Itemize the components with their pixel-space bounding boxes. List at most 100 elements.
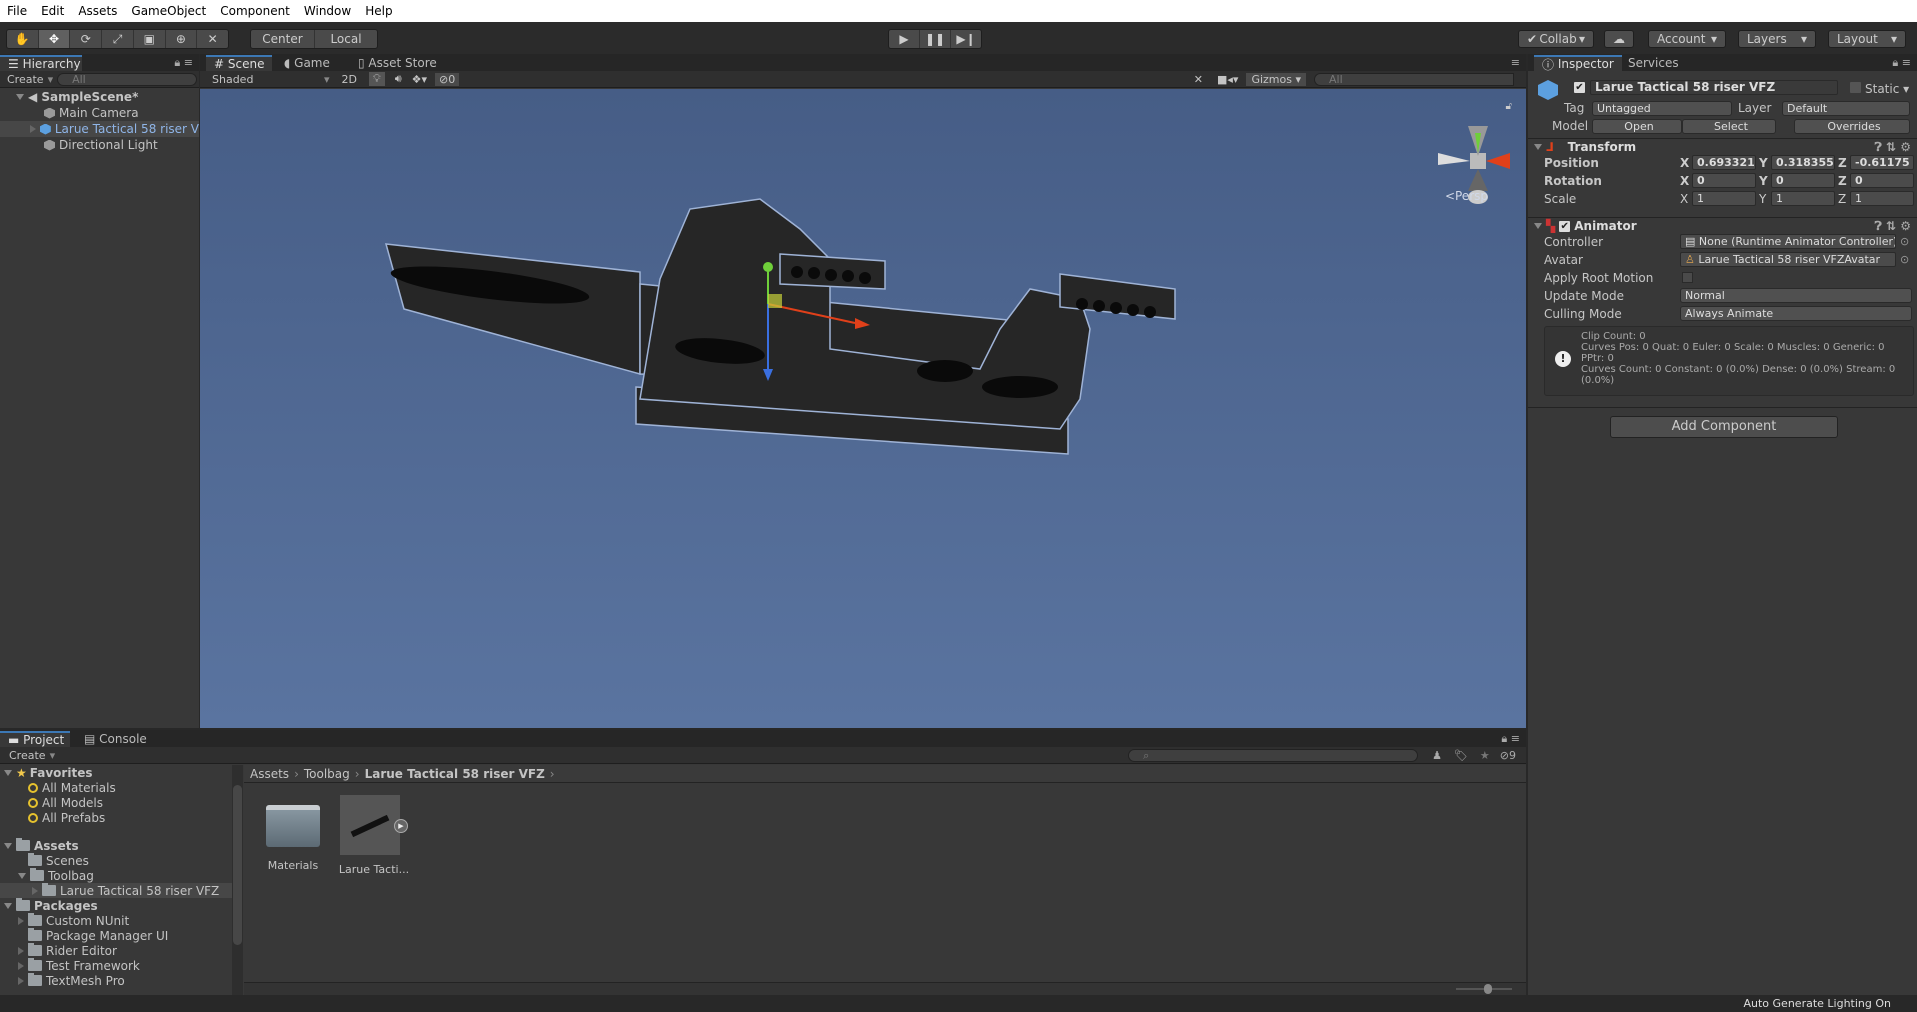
expand-icon[interactable] — [32, 886, 38, 895]
project-search-input[interactable]: ⌕ — [1128, 748, 1419, 762]
object-picker-icon[interactable]: ⊙ — [1900, 253, 1909, 266]
lock-menu-icon[interactable]: 🔒︎ ≡ — [1501, 732, 1520, 746]
favorites-row[interactable]: ★ Favorites — [0, 765, 232, 780]
menu-window[interactable]: Window — [297, 4, 358, 18]
breadcrumb-toolbag[interactable]: Toolbag — [304, 767, 350, 781]
lighting-icon[interactable]: 💡︎ — [369, 72, 385, 86]
breadcrumb-assets[interactable]: Assets — [250, 767, 289, 781]
active-checkbox[interactable]: ✔ — [1574, 82, 1585, 93]
hand-icon[interactable]: ✋ — [7, 30, 39, 48]
scale-icon[interactable]: ⤢ — [102, 30, 134, 48]
menu-file[interactable]: File — [0, 4, 34, 18]
menu-gameobject[interactable]: GameObject — [124, 4, 213, 18]
expand-icon[interactable] — [18, 961, 24, 970]
layout-button[interactable]: Layout ▾ — [1828, 30, 1906, 48]
list-item[interactable]: Larue Tactical 58 riser V — [0, 121, 199, 137]
tab-console[interactable]: ▤ Console — [76, 731, 155, 747]
expand-icon[interactable] — [30, 125, 36, 133]
expand-icon[interactable] — [18, 976, 24, 985]
2d-toggle[interactable]: 2D — [342, 73, 357, 86]
layers-button[interactable]: Layers ▾ — [1738, 30, 1816, 48]
overrides-dropdown[interactable]: Overrides — [1794, 119, 1910, 134]
expand-icon[interactable] — [4, 842, 12, 849]
expand-icon[interactable] — [16, 94, 24, 100]
assets-row[interactable]: Assets — [0, 838, 232, 853]
list-item[interactable]: Toolbag — [0, 868, 232, 883]
position-z[interactable]: -0.61175 — [1850, 155, 1914, 170]
projection-label[interactable]: <Persp — [1445, 189, 1488, 203]
create-button[interactable]: Create — [7, 73, 44, 86]
menu-help[interactable]: Help — [358, 4, 399, 18]
menu-component[interactable]: Component — [213, 4, 297, 18]
tab-game[interactable]: ◖ Game — [276, 55, 338, 71]
space-local-button[interactable]: Local — [315, 30, 377, 48]
list-item[interactable]: Package Manager UI — [0, 928, 232, 943]
tab-project[interactable]: ▬ Project — [0, 731, 70, 747]
rotate-icon[interactable]: ⟳ — [70, 30, 103, 48]
tab-asset-store[interactable]: ▯ Asset Store — [350, 55, 445, 71]
collapse-icon[interactable] — [1534, 144, 1542, 150]
update-mode-dropdown[interactable]: Normal — [1680, 288, 1912, 303]
rotation-x[interactable]: 0 — [1692, 173, 1756, 188]
cloud-button[interactable]: ☁ — [1604, 30, 1634, 48]
expand-icon[interactable] — [18, 872, 26, 879]
avatar-field[interactable]: ♙ Larue Tactical 58 riser VFZAvatar — [1680, 252, 1896, 267]
camera-icon[interactable]: ■◂▾ — [1217, 73, 1238, 86]
list-item[interactable]: Directional Light — [0, 137, 199, 153]
hidden-objects-toggle[interactable]: ⊘0 — [435, 72, 460, 86]
transform-header[interactable]: ⅃ Transform ❓︎ ⇅ ⚙ — [1528, 138, 1917, 155]
list-item[interactable]: All Models — [0, 795, 232, 810]
tree-scrollbar[interactable] — [232, 765, 243, 995]
expand-icon[interactable] — [18, 916, 24, 925]
list-item[interactable]: Main Camera — [0, 105, 199, 121]
lock-menu-icon[interactable]: 🔒︎ ≡ — [174, 56, 193, 70]
list-item[interactable]: Custom NUnit — [0, 913, 232, 928]
list-item[interactable]: Scenes — [0, 853, 232, 868]
expand-icon[interactable] — [18, 946, 24, 955]
play-button[interactable]: ▶ — [889, 30, 920, 48]
panel-menu-icon[interactable]: ≡ — [1511, 56, 1520, 69]
culling-mode-dropdown[interactable]: Always Animate — [1680, 306, 1912, 321]
gizmos-dropdown[interactable]: Gizmos ▾ — [1246, 72, 1306, 86]
scene-row[interactable]: ◀ SampleScene* — [0, 89, 199, 105]
move-icon[interactable]: ✥ — [38, 30, 71, 48]
transform-icon[interactable]: ⊕ — [166, 30, 198, 48]
favorite-star-icon[interactable]: ★ — [1480, 749, 1490, 762]
open-button[interactable]: Open — [1592, 119, 1682, 134]
lock-menu-icon[interactable]: 🔒︎ ≡ — [1892, 56, 1911, 70]
list-item[interactable]: Rider Editor — [0, 943, 232, 958]
object-picker-icon[interactable]: ⊙ — [1900, 235, 1909, 248]
tools-icon[interactable]: ✕ — [1194, 73, 1203, 86]
asset-tile-model[interactable]: ▶ Larue Tacti... — [336, 795, 412, 885]
scale-z[interactable]: 1 — [1850, 191, 1914, 206]
component-menu-icons[interactable]: ❓︎ ⇅ ⚙ — [1875, 219, 1911, 234]
rotation-z[interactable]: 0 — [1850, 173, 1914, 188]
list-item[interactable]: All Prefabs — [0, 810, 232, 825]
scale-y[interactable]: 1 — [1771, 191, 1835, 206]
add-component-button[interactable]: Add Component — [1610, 416, 1838, 438]
scale-x[interactable]: 1 — [1692, 191, 1756, 206]
tab-inspector[interactable]: ⓘ Inspector — [1534, 55, 1622, 72]
filter-label-icon[interactable]: 🏷︎ — [1454, 749, 1468, 762]
icon-size-slider[interactable] — [1456, 984, 1512, 994]
expand-icon[interactable] — [4, 769, 12, 776]
animator-enabled-checkbox[interactable]: ✔ — [1559, 220, 1571, 232]
collab-button[interactable]: ✔ Collab ▾ — [1518, 30, 1594, 48]
scene-viewport[interactable]: <Persp 🔓︎ — [200, 89, 1526, 728]
tab-services[interactable]: Services — [1620, 55, 1687, 71]
collapse-icon[interactable] — [1534, 223, 1542, 229]
lock-icon[interactable]: 🔓︎ — [1506, 101, 1512, 112]
tab-hierarchy[interactable]: ☰ Hierarchy — [0, 55, 82, 71]
list-item[interactable]: Larue Tactical 58 riser VFZ — [0, 883, 232, 898]
list-item[interactable]: TextMesh Pro — [0, 973, 232, 988]
tag-dropdown[interactable]: Untagged — [1592, 101, 1732, 116]
rotation-y[interactable]: 0 — [1771, 173, 1835, 188]
scene-search-input[interactable]: All — [1314, 72, 1514, 86]
custom-tool-icon[interactable]: ✕ — [197, 30, 228, 48]
layer-dropdown[interactable]: Default — [1782, 101, 1910, 116]
step-button[interactable]: ▶❙ — [951, 30, 981, 48]
list-item[interactable]: Test Framework — [0, 958, 232, 973]
root-motion-checkbox[interactable] — [1682, 272, 1693, 283]
static-toggle[interactable]: Static ▾ — [1850, 82, 1909, 96]
rect-icon[interactable]: ▣ — [134, 30, 166, 48]
